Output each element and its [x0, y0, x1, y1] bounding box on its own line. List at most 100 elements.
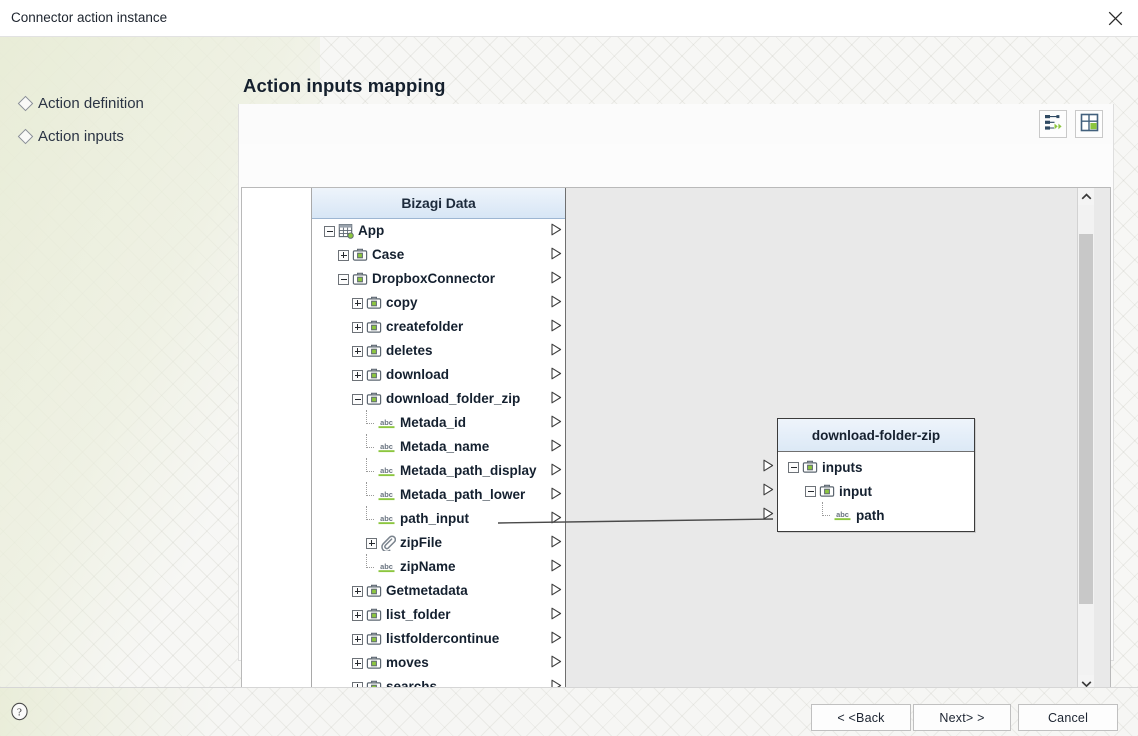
tree-row[interactable]: abc path_input — [312, 506, 565, 531]
action-node-row-list: inputs input abc path — [763, 452, 974, 531]
diamond-bullet-icon — [17, 95, 34, 112]
tree-row[interactable]: deletes — [312, 339, 565, 363]
map-arrow-icon[interactable] — [551, 247, 562, 263]
tree-row-label: zipFile — [400, 535, 443, 550]
tree-row[interactable]: abc Metada_path_lower — [312, 482, 565, 507]
cancel-button[interactable]: Cancel — [1018, 704, 1118, 731]
chevron-up-icon[interactable] — [1078, 188, 1094, 205]
tree-row[interactable]: Case — [312, 243, 565, 267]
sidebar-item-action-definition[interactable]: Action definition — [17, 87, 220, 120]
tree-row-label: download — [386, 367, 449, 382]
map-arrow-icon[interactable] — [551, 439, 562, 455]
tree-guide-line — [364, 482, 377, 506]
map-target-arrow-icon[interactable] — [763, 459, 774, 475]
mapping-canvas[interactable]: Bizagi Data App Case DropboxConnector copy c… — [241, 187, 1111, 693]
dialog-footer: ? < <Back Next> > Cancel — [0, 687, 1138, 736]
scrollbar-thumb[interactable] — [1079, 234, 1093, 604]
bizagi-data-tree: Bizagi Data App Case DropboxConnector copy c… — [312, 188, 566, 692]
collapse-toggle-icon[interactable] — [788, 461, 799, 473]
back-button[interactable]: < <Back — [811, 704, 911, 731]
map-arrow-icon[interactable] — [551, 511, 562, 527]
svg-text:?: ? — [17, 706, 22, 718]
map-arrow-icon[interactable] — [551, 463, 562, 479]
tree-row[interactable]: download — [312, 363, 565, 387]
wizard-body: Action definition Action inputs Action i… — [0, 37, 1138, 693]
expand-toggle-icon[interactable] — [352, 369, 363, 381]
tree-row-label: Getmetadata — [386, 583, 468, 598]
expand-toggle-icon[interactable] — [352, 633, 363, 645]
map-arrow-icon[interactable] — [551, 391, 562, 407]
action-node-row[interactable]: abc path — [763, 502, 974, 527]
map-target-arrow-icon[interactable] — [763, 507, 774, 523]
tree-row[interactable]: Getmetadata — [312, 579, 565, 603]
map-arrow-icon[interactable] — [551, 583, 562, 599]
map-arrow-icon[interactable] — [551, 415, 562, 431]
tree-row-label: deletes — [386, 343, 433, 358]
map-arrow-icon[interactable] — [551, 559, 562, 575]
tree-row[interactable]: abc Metada_id — [312, 410, 565, 435]
action-node-title: download-folder-zip — [811, 427, 941, 443]
action-node-header: download-folder-zip — [778, 419, 974, 452]
svg-text:abc: abc — [380, 490, 393, 499]
tree-row[interactable]: listfoldercontinue — [312, 627, 565, 651]
tree-row-label: list_folder — [386, 607, 451, 622]
svg-text:abc: abc — [836, 510, 849, 519]
auto-layout-button[interactable] — [1075, 110, 1103, 138]
map-arrow-icon[interactable] — [551, 343, 562, 359]
tree-row[interactable]: moves — [312, 651, 565, 675]
action-node-row-label: path — [856, 507, 885, 523]
svg-text:abc: abc — [380, 466, 393, 475]
map-arrow-icon[interactable] — [551, 271, 562, 287]
tree-row[interactable]: zipFile — [312, 531, 565, 555]
tree-row-label: path_input — [400, 511, 469, 526]
action-node-row[interactable]: inputs — [763, 455, 974, 479]
help-question-icon[interactable]: ? — [8, 700, 30, 722]
wizard-step-nav: Action definition Action inputs — [17, 87, 220, 153]
expand-toggle-icon[interactable] — [352, 345, 363, 357]
close-icon[interactable] — [1093, 0, 1138, 36]
canvas-surface: Bizagi Data App Case DropboxConnector copy c… — [242, 188, 1094, 692]
map-arrow-icon[interactable] — [551, 655, 562, 671]
sidebar-item-action-inputs[interactable]: Action inputs — [17, 120, 220, 153]
mapping-panel: Bizagi Data App Case DropboxConnector copy c… — [238, 104, 1114, 693]
tree-row[interactable]: abc Metada_path_display — [312, 458, 565, 483]
tree-row-label: Case — [372, 247, 405, 262]
tree-row-label: Metada_id — [400, 415, 467, 430]
auto-map-button[interactable] — [1039, 110, 1067, 138]
tree-guide-line — [364, 434, 377, 458]
tree-row[interactable]: App — [312, 219, 565, 243]
collapse-toggle-icon[interactable] — [338, 273, 349, 285]
mapping-toolbar — [239, 104, 1113, 144]
expand-toggle-icon[interactable] — [352, 585, 363, 597]
collapse-toggle-icon[interactable] — [805, 485, 816, 497]
tree-row[interactable]: abc Metada_name — [312, 434, 565, 459]
expand-toggle-icon[interactable] — [352, 609, 363, 621]
tree-row[interactable]: download_folder_zip — [312, 387, 565, 411]
collapse-toggle-icon[interactable] — [352, 393, 363, 405]
tree-row[interactable]: copy — [312, 291, 565, 315]
map-arrow-icon[interactable] — [551, 223, 562, 239]
next-button[interactable]: Next> > — [913, 704, 1011, 731]
action-node-download-folder-zip[interactable]: download-folder-zip inputs input abc path — [763, 418, 975, 532]
tree-row[interactable]: list_folder — [312, 603, 565, 627]
action-node-row[interactable]: input — [763, 479, 974, 503]
expand-toggle-icon[interactable] — [366, 537, 377, 549]
tree-guide-line — [364, 554, 377, 578]
map-arrow-icon[interactable] — [551, 319, 562, 335]
canvas-vertical-scrollbar[interactable] — [1077, 188, 1094, 692]
map-target-arrow-icon[interactable] — [763, 483, 774, 499]
expand-toggle-icon[interactable] — [352, 321, 363, 333]
expand-toggle-icon[interactable] — [352, 657, 363, 669]
map-arrow-icon[interactable] — [551, 631, 562, 647]
map-arrow-icon[interactable] — [551, 607, 562, 623]
map-arrow-icon[interactable] — [551, 295, 562, 311]
expand-toggle-icon[interactable] — [352, 297, 363, 309]
map-arrow-icon[interactable] — [551, 535, 562, 551]
tree-row[interactable]: abc zipName — [312, 554, 565, 579]
tree-row[interactable]: DropboxConnector — [312, 267, 565, 291]
map-arrow-icon[interactable] — [551, 487, 562, 503]
collapse-toggle-icon[interactable] — [324, 225, 335, 237]
map-arrow-icon[interactable] — [551, 367, 562, 383]
expand-toggle-icon[interactable] — [338, 249, 349, 261]
tree-row[interactable]: createfolder — [312, 315, 565, 339]
